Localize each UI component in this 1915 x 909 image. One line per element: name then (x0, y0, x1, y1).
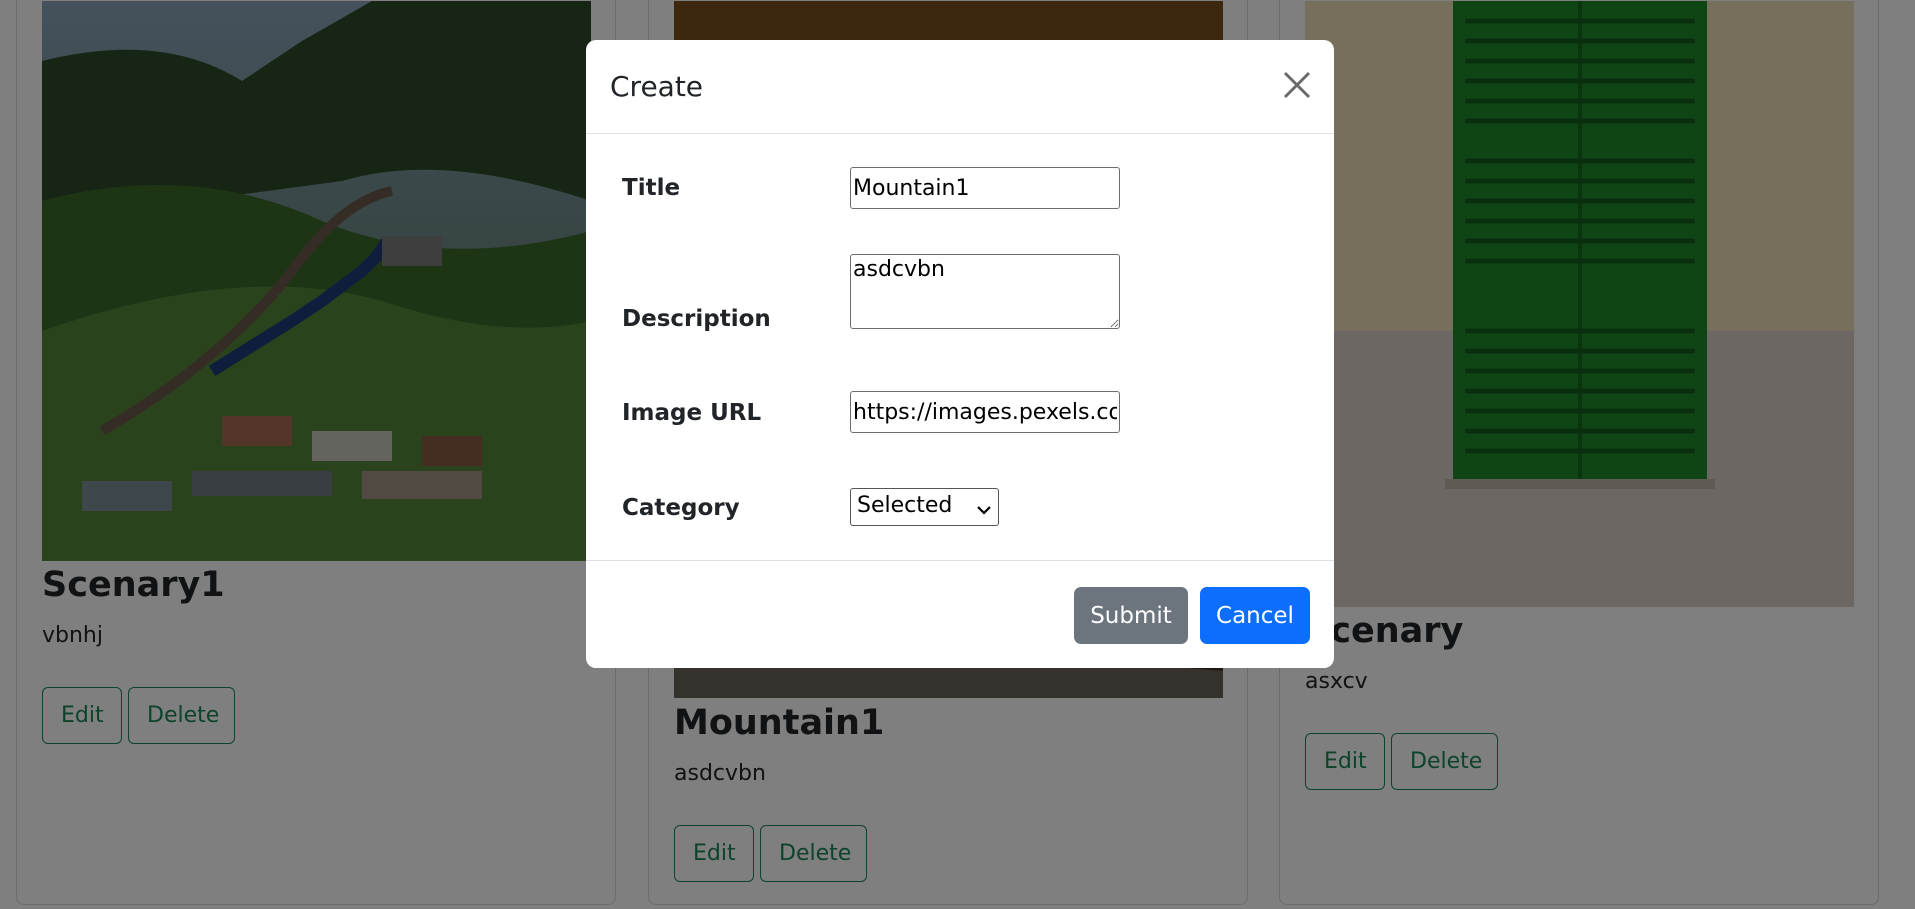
cancel-button[interactable]: Cancel (1200, 587, 1310, 644)
chevron-down-icon (976, 498, 992, 523)
modal-header: Create (586, 40, 1334, 134)
category-select[interactable]: Selected (850, 488, 999, 526)
create-modal: Create Title Description asdcvbn Image U… (586, 40, 1334, 668)
modal-footer: Submit Cancel (586, 560, 1334, 668)
image-url-label: Image URL (622, 400, 762, 426)
title-label: Title (622, 175, 681, 201)
modal-title: Create (610, 70, 704, 103)
category-label: Category (622, 495, 740, 521)
description-textarea[interactable]: asdcvbn (850, 254, 1120, 329)
description-label: Description (622, 306, 771, 332)
submit-button[interactable]: Submit (1074, 587, 1188, 644)
image-url-input[interactable] (850, 391, 1120, 433)
title-input[interactable] (850, 167, 1120, 209)
category-selected-value: Selected (857, 493, 953, 518)
close-icon[interactable] (1282, 70, 1312, 100)
